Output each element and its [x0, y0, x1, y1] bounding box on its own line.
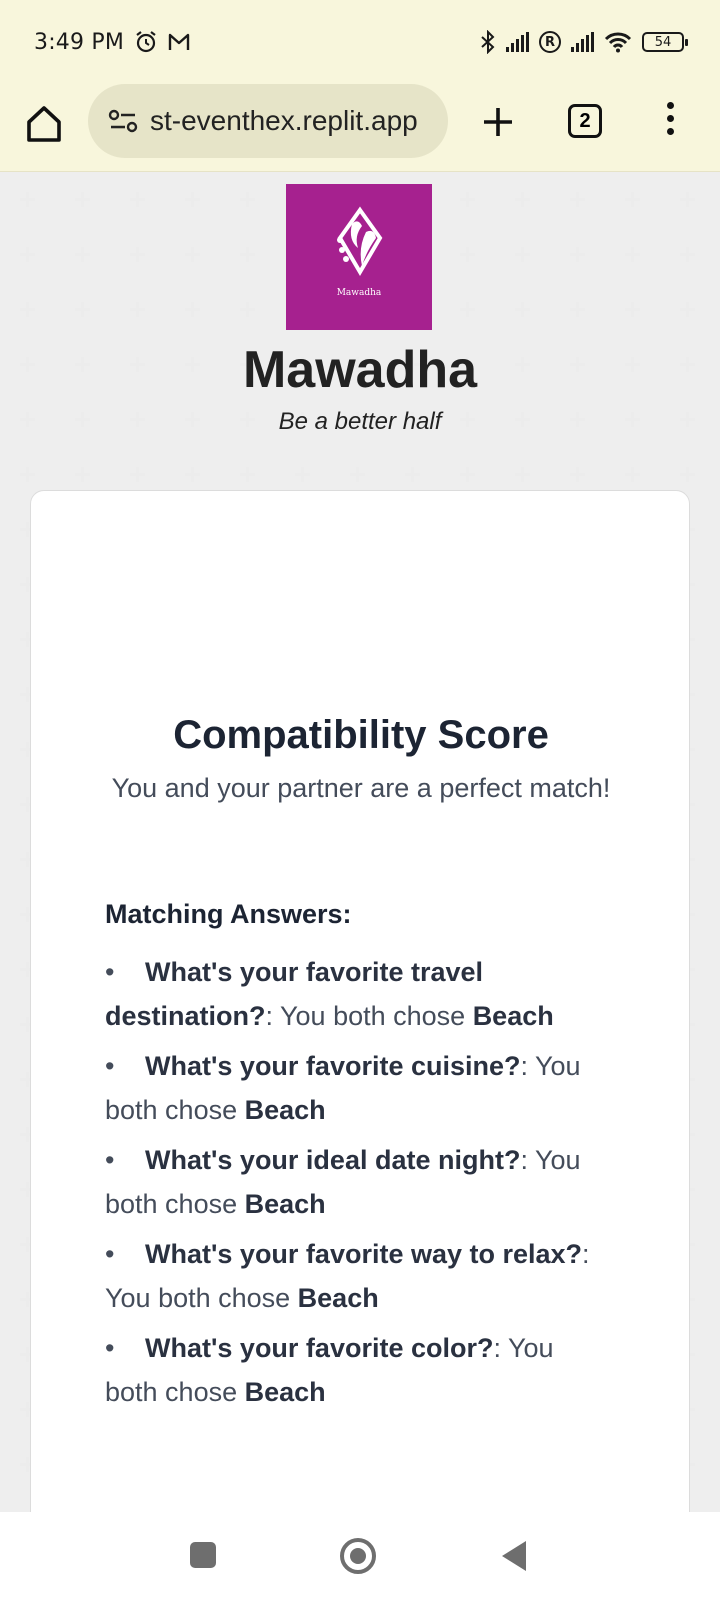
system-nav-bar: [0, 1512, 720, 1600]
alarm-icon: [136, 31, 156, 53]
list-item: • What's your favorite way to relax?: You…: [105, 1239, 590, 1313]
wifi-icon: [604, 32, 632, 53]
logo-text: Mawadha: [336, 288, 382, 298]
answer-text: Beach: [472, 1000, 554, 1031]
answer-text: Beach: [244, 1376, 326, 1407]
status-bar: 3:49 PM R 54: [0, 0, 720, 84]
list-item: • What's your ideal date night?: You both…: [105, 1145, 581, 1219]
home-icon[interactable]: [24, 102, 64, 146]
logo-mark-icon: [337, 206, 383, 276]
answer-text: Beach: [244, 1094, 326, 1125]
matching-answers-heading: Matching Answers:: [105, 899, 352, 929]
answer-separator: : You both chose: [265, 1000, 473, 1031]
bluetooth-icon: [481, 30, 495, 54]
result-card: Compatibility Score You and your partner…: [30, 490, 690, 1512]
back-icon[interactable]: [502, 1541, 526, 1571]
battery-indicator: 54: [642, 32, 688, 52]
brand-title: Mawadha: [242, 341, 478, 399]
question-text: What's your favorite way to relax?: [145, 1239, 583, 1269]
compatibility-title: Compatibility Score: [173, 713, 549, 757]
status-left-icons: [134, 30, 190, 54]
gmail-icon: [168, 33, 190, 50]
page-content: Mawadha Mawadha Be a better half Compati…: [0, 172, 720, 1512]
address-bar[interactable]: st-eventhex.replit.app: [88, 84, 448, 158]
list-item: • What's your favorite color?: You both c…: [105, 1333, 554, 1407]
signal-icon: [506, 32, 529, 52]
url-text[interactable]: st-eventhex.replit.app: [150, 105, 418, 137]
list-item: • What's your favorite cuisine?: You both…: [105, 1051, 581, 1125]
list-item: • What's your favorite travel destination…: [105, 957, 554, 1031]
more-menu-icon[interactable]: [664, 102, 676, 142]
browser-toolbar: st-eventhex.replit.app 2: [0, 84, 720, 172]
question-text: What's your favorite cuisine?: [145, 1051, 521, 1081]
site-settings-icon[interactable]: [108, 107, 138, 135]
signal-icon: [571, 32, 594, 52]
status-time: 3:49 PM: [34, 30, 125, 55]
recents-icon[interactable]: [190, 1542, 216, 1568]
status-right-icons: R 54: [480, 30, 688, 54]
tab-switcher-button[interactable]: 2: [568, 104, 602, 138]
matching-answers-list: • What's your favorite travel destination…: [105, 951, 605, 1421]
question-text: What's your ideal date night?: [145, 1145, 521, 1175]
question-text: What's your favorite color?: [145, 1333, 494, 1363]
compatibility-subtitle: You and your partner are a perfect match…: [111, 773, 611, 803]
answer-text: Beach: [244, 1188, 326, 1219]
answer-text: Beach: [297, 1282, 379, 1313]
roaming-icon: R: [539, 31, 561, 53]
new-tab-icon[interactable]: [478, 102, 518, 142]
brand-tagline: Be a better half: [278, 408, 442, 435]
brand-logo: Mawadha: [286, 184, 432, 330]
home-nav-icon[interactable]: [340, 1538, 376, 1574]
